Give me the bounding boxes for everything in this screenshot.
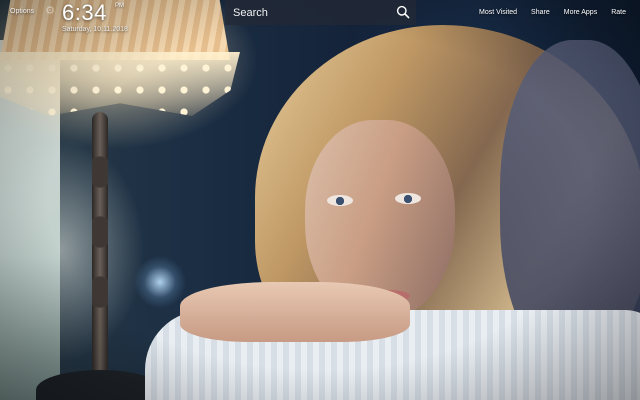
wallpaper-background [0, 0, 640, 400]
top-bar: Options ⚙ 6:34 PM Saturday, 10.11.2018 M… [0, 0, 640, 40]
search-icon[interactable] [396, 5, 410, 19]
search-box [225, 0, 416, 25]
clock-meridiem: PM [115, 3, 124, 9]
most-visited-link[interactable]: Most Visited [479, 9, 517, 16]
top-nav: Most Visited Share More Apps Rate [465, 9, 626, 16]
share-link[interactable]: Share [531, 9, 550, 16]
clock-date: Saturday, 10.11.2018 [62, 26, 128, 33]
clock-time: 6:34 [62, 0, 107, 25]
vignette [0, 0, 640, 400]
gear-icon[interactable]: ⚙ [44, 5, 56, 17]
search-input[interactable] [233, 4, 383, 21]
options-link[interactable]: Options [10, 8, 34, 15]
more-apps-link[interactable]: More Apps [564, 9, 597, 16]
rate-link[interactable]: Rate [611, 9, 626, 16]
